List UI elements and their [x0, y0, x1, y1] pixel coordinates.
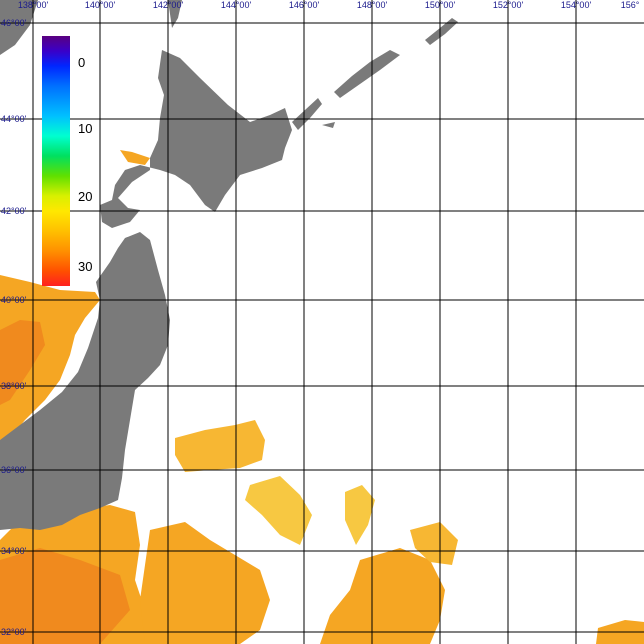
sst-patch-central — [245, 476, 312, 545]
lon-label-144: 144°00' — [220, 0, 252, 10]
lat-label-32: 32°00' — [1, 627, 27, 637]
lat-label-44: 44°00' — [1, 114, 27, 124]
sst-map: 138°00' 140°00' 142°00' 144°00' 146°00' … — [0, 0, 644, 644]
lat-label-38: 38°00' — [1, 381, 27, 391]
sst-patch-central-south — [140, 522, 270, 644]
lat-label-40: 40°00' — [1, 295, 27, 305]
color-bar-label-30: 30 — [78, 259, 93, 274]
land-kuril-1 — [292, 98, 322, 130]
lon-label-146: 146°00' — [288, 0, 320, 10]
lon-label-154: 154°00' — [560, 0, 592, 10]
lon-label-142: 142°00' — [152, 0, 184, 10]
lat-label-42: 42°00' — [1, 206, 27, 216]
sst-patch-east-south — [320, 548, 445, 644]
lat-label-34: 34°00' — [1, 546, 27, 556]
color-bar-label-20: 20 — [78, 189, 93, 204]
land-kuril-3 — [425, 18, 458, 45]
lon-label-152: 152°00' — [492, 0, 524, 10]
lon-label-156: 156° — [620, 0, 640, 10]
lat-label-36: 36°00' — [1, 465, 27, 475]
color-bar-gradient — [42, 36, 70, 286]
sst-patch-mid-east — [345, 485, 375, 545]
color-bar-label-10: 10 — [78, 121, 93, 136]
map-canvas — [0, 0, 644, 644]
land-hokkaido — [100, 50, 292, 228]
land-kuril-small — [322, 122, 335, 128]
lon-label-150: 150°00' — [424, 0, 456, 10]
land-kuril-2 — [334, 50, 400, 98]
lon-label-148: 148°00' — [356, 0, 388, 10]
sst-patch-hokkaido-west-coast — [120, 150, 150, 165]
lon-label-138: 138°00' — [17, 0, 49, 10]
sst-patch-off-boso — [175, 420, 265, 472]
color-bar-label-0: 0 — [78, 55, 86, 70]
lon-label-140: 140°00' — [84, 0, 116, 10]
lat-label-46: 46°00' — [1, 18, 27, 28]
temperature-color-bar: 0 10 20 30 — [42, 36, 92, 286]
